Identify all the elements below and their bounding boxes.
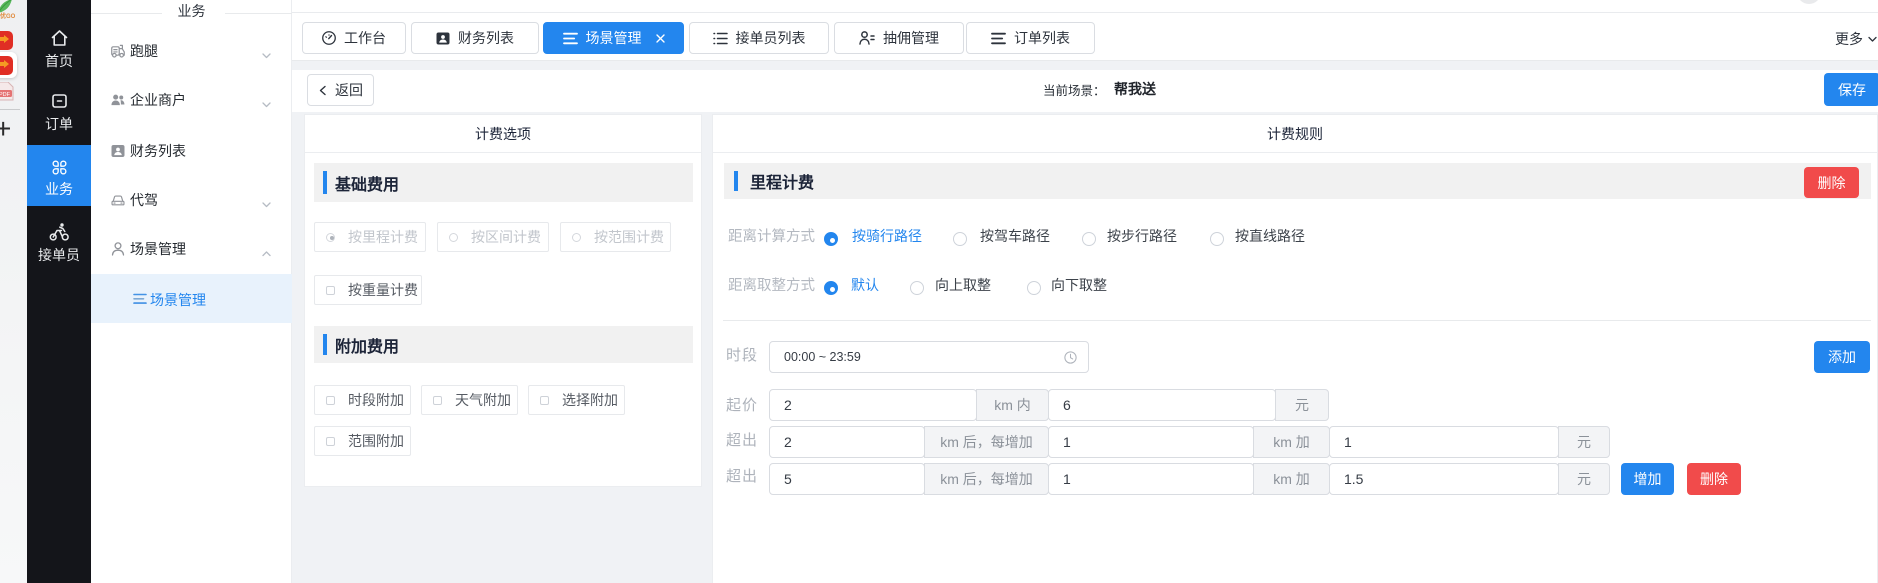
svg-text:PDF: PDF: [0, 92, 11, 98]
